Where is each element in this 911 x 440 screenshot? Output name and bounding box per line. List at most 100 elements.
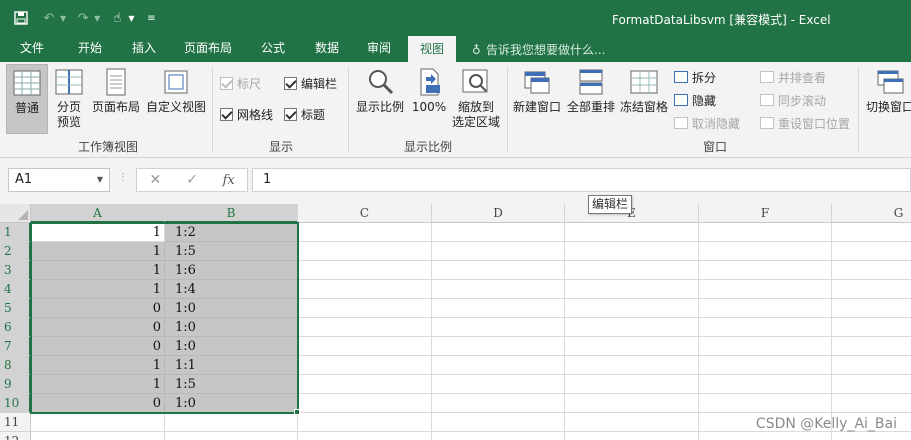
new-window-button[interactable]: 新建窗口 <box>511 64 563 134</box>
name-box-dropdown-icon[interactable]: ▼ <box>97 169 103 191</box>
column-header-a[interactable]: A <box>31 204 165 223</box>
tab-data[interactable]: 数据 <box>304 36 350 62</box>
cell-d6[interactable] <box>432 318 565 337</box>
column-header-c[interactable]: C <box>298 204 432 223</box>
row-header[interactable]: 9 <box>0 375 31 394</box>
cell-g7[interactable] <box>832 337 911 356</box>
view-side-by-side-button[interactable]: 并排查看 <box>760 68 826 86</box>
cell-e11[interactable] <box>565 413 699 432</box>
ruler-checkbox[interactable]: 标尺 <box>220 74 261 92</box>
cell-a1[interactable]: 1 <box>31 223 165 242</box>
cell-c7[interactable] <box>298 337 432 356</box>
cell-a5[interactable]: 0 <box>31 299 165 318</box>
cell-g5[interactable] <box>832 299 911 318</box>
cell-e7[interactable] <box>565 337 699 356</box>
page-layout-view-button[interactable]: 页面布局 <box>90 64 142 134</box>
cell-a11[interactable] <box>31 413 165 432</box>
cell-g10[interactable] <box>832 394 911 413</box>
cell-c6[interactable] <box>298 318 432 337</box>
cell-b8[interactable]: 1:1 <box>165 356 298 375</box>
gridlines-checkbox[interactable]: 网格线 <box>220 105 273 123</box>
fill-handle[interactable] <box>294 409 300 415</box>
cell-b5[interactable]: 1:0 <box>165 299 298 318</box>
tab-formulas[interactable]: 公式 <box>250 36 296 62</box>
row-header[interactable]: 6 <box>0 318 31 337</box>
cell-f8[interactable] <box>699 356 832 375</box>
cell-e6[interactable] <box>565 318 699 337</box>
cell-c8[interactable] <box>298 356 432 375</box>
cell-f4[interactable] <box>699 280 832 299</box>
cell-c11[interactable] <box>298 413 432 432</box>
cell-f12[interactable] <box>699 432 832 440</box>
cell-c5[interactable] <box>298 299 432 318</box>
column-header-b[interactable]: B <box>165 204 298 223</box>
cell-f9[interactable] <box>699 375 832 394</box>
freeze-panes-button[interactable]: 冻结窗格 <box>619 64 669 134</box>
cell-g12[interactable] <box>832 432 911 440</box>
normal-view-button[interactable]: 普通 <box>6 64 48 134</box>
cell-g1[interactable] <box>832 223 911 242</box>
tab-review[interactable]: 审阅 <box>356 36 402 62</box>
page-break-preview-button[interactable]: 分页 预览 <box>50 64 88 134</box>
customize-qat-icon[interactable]: ≡ <box>140 8 162 28</box>
row-header[interactable]: 7 <box>0 337 31 356</box>
arrange-all-button[interactable]: 全部重排 <box>565 64 617 134</box>
tab-home[interactable]: 开始 <box>66 36 114 62</box>
cell-c2[interactable] <box>298 242 432 261</box>
headings-checkbox[interactable]: 标题 <box>284 105 325 123</box>
cancel-icon[interactable]: ✕ <box>137 172 174 188</box>
cell-e9[interactable] <box>565 375 699 394</box>
hide-button[interactable]: 隐藏 <box>674 91 716 109</box>
worksheet-grid[interactable]: ABCDEFG111:2211:5311:6411:4501:0601:0701… <box>0 204 911 440</box>
cell-g3[interactable] <box>832 261 911 280</box>
cell-e8[interactable] <box>565 356 699 375</box>
row-header[interactable]: 4 <box>0 280 31 299</box>
cell-e5[interactable] <box>565 299 699 318</box>
undo-icon[interactable]: ↶ <box>38 8 60 28</box>
cell-b9[interactable]: 1:5 <box>165 375 298 394</box>
insert-function-icon[interactable]: fx <box>210 173 247 188</box>
cell-f10[interactable] <box>699 394 832 413</box>
cell-b4[interactable]: 1:4 <box>165 280 298 299</box>
cell-d8[interactable] <box>432 356 565 375</box>
cell-g2[interactable] <box>832 242 911 261</box>
redo-dropdown-icon[interactable]: ▼ <box>94 14 100 23</box>
cell-f1[interactable] <box>699 223 832 242</box>
cell-b2[interactable]: 1:5 <box>165 242 298 261</box>
cell-d12[interactable] <box>432 432 565 440</box>
row-header[interactable]: 2 <box>0 242 31 261</box>
cell-d1[interactable] <box>432 223 565 242</box>
column-header-d[interactable]: D <box>432 204 565 223</box>
cell-d2[interactable] <box>432 242 565 261</box>
cell-e12[interactable] <box>565 432 699 440</box>
row-header[interactable]: 1 <box>0 223 31 242</box>
column-header-g[interactable]: G <box>832 204 911 223</box>
sync-scroll-button[interactable]: 同步滚动 <box>760 91 826 109</box>
cell-c9[interactable] <box>298 375 432 394</box>
cell-b6[interactable]: 1:0 <box>165 318 298 337</box>
cell-e10[interactable] <box>565 394 699 413</box>
zoom-button[interactable]: 显示比例 <box>354 64 406 134</box>
cell-b12[interactable] <box>165 432 298 440</box>
cell-d11[interactable] <box>432 413 565 432</box>
formula-bar-grip-icon[interactable]: ⋮ <box>118 172 128 183</box>
cell-f7[interactable] <box>699 337 832 356</box>
cell-a12[interactable] <box>31 432 165 440</box>
cell-c1[interactable] <box>298 223 432 242</box>
row-header[interactable]: 5 <box>0 299 31 318</box>
cell-c3[interactable] <box>298 261 432 280</box>
cell-d10[interactable] <box>432 394 565 413</box>
tab-insert[interactable]: 插入 <box>120 36 168 62</box>
cell-g6[interactable] <box>832 318 911 337</box>
cell-a9[interactable]: 1 <box>31 375 165 394</box>
cell-g8[interactable] <box>832 356 911 375</box>
cell-e4[interactable] <box>565 280 699 299</box>
cell-e3[interactable] <box>565 261 699 280</box>
cell-f2[interactable] <box>699 242 832 261</box>
cell-b1[interactable]: 1:2 <box>165 223 298 242</box>
cell-b3[interactable]: 1:6 <box>165 261 298 280</box>
cell-d5[interactable] <box>432 299 565 318</box>
row-header[interactable]: 11 <box>0 413 31 432</box>
cell-d3[interactable] <box>432 261 565 280</box>
cell-f5[interactable] <box>699 299 832 318</box>
